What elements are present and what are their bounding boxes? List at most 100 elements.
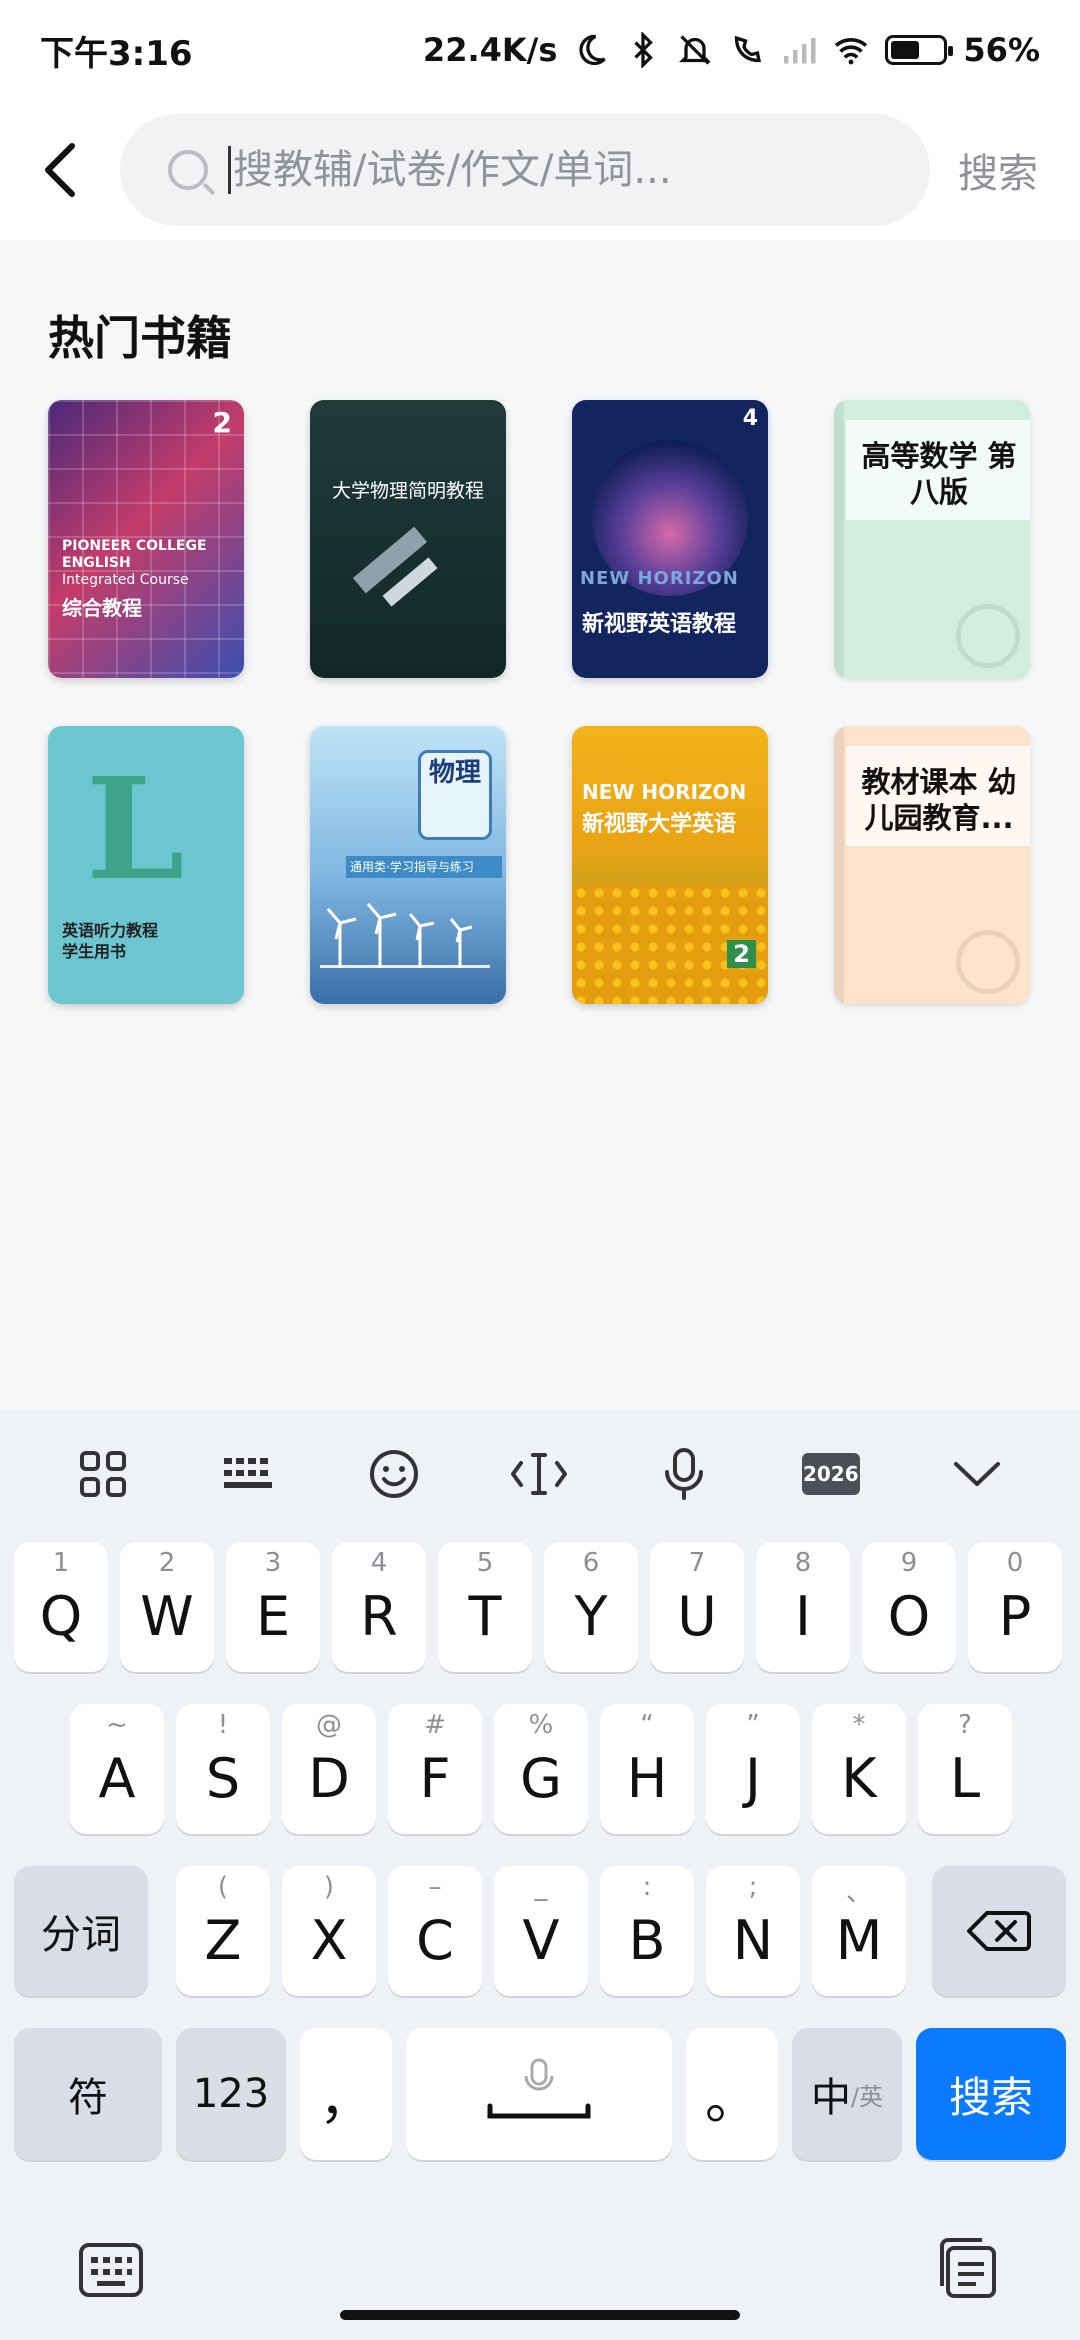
key-j[interactable]: ” J bbox=[706, 1704, 800, 1834]
search-box[interactable] bbox=[120, 114, 930, 226]
book-title: 新视野英语教程 bbox=[582, 612, 737, 637]
key-hint: ) bbox=[323, 1872, 335, 1902]
key-g[interactable]: % G bbox=[494, 1704, 588, 1834]
language-key[interactable]: 中/英 bbox=[792, 2028, 902, 2160]
key-d[interactable]: @ D bbox=[282, 1704, 376, 1834]
cover-english-text: PIONEER COLLEGE ENGLISH Integrated Cours… bbox=[62, 538, 207, 588]
key-label: R bbox=[360, 1584, 398, 1648]
key-hint: @ bbox=[316, 1710, 342, 1740]
key-label: O bbox=[887, 1584, 931, 1648]
main-content: 热门书籍 2 PIONEER COLLEGE ENGLISH Integrate… bbox=[0, 240, 1080, 1410]
symbol-key[interactable]: 符 bbox=[14, 2028, 162, 2160]
keyboard-toolbar: 2026 bbox=[0, 1410, 1080, 1538]
cover-letter: L bbox=[86, 748, 185, 912]
key-label: E bbox=[255, 1584, 291, 1648]
book-title: 教材课本 幼儿园教育... bbox=[861, 765, 1017, 835]
key-k[interactable]: * K bbox=[812, 1704, 906, 1834]
key-o[interactable]: 9O bbox=[862, 1542, 956, 1672]
key-label: W bbox=[140, 1584, 194, 1648]
space-key[interactable] bbox=[406, 2028, 672, 2160]
search-button[interactable]: 搜索 bbox=[958, 141, 1038, 199]
bluetooth-icon bbox=[634, 32, 654, 68]
key-a[interactable]: ~ A bbox=[70, 1704, 164, 1834]
period-key[interactable]: 。 bbox=[686, 2028, 778, 2160]
book-card[interactable]: 教材课本 幼儿园教育... bbox=[834, 726, 1030, 1004]
text-caret bbox=[228, 146, 231, 194]
emoji-icon[interactable] bbox=[366, 1446, 422, 1502]
book-title: 物理 bbox=[418, 750, 492, 840]
network-speed: 22.4K/s bbox=[422, 31, 558, 69]
key-l[interactable]: ? L bbox=[918, 1704, 1012, 1834]
key-hint: ( bbox=[217, 1872, 229, 1902]
comma-key[interactable]: ， bbox=[300, 2028, 392, 2160]
book-title: 综合教程 bbox=[62, 596, 142, 620]
key-label: P bbox=[998, 1584, 1032, 1648]
key-hint: ? bbox=[958, 1710, 972, 1740]
key-c[interactable]: – C bbox=[388, 1866, 482, 1996]
number-key[interactable]: 123 bbox=[176, 2028, 286, 2160]
key-m[interactable]: 、 M bbox=[812, 1866, 906, 1996]
section-title-hot-books: 热门书籍 bbox=[48, 311, 232, 365]
key-hint: : bbox=[642, 1872, 652, 1902]
key-v[interactable]: _ V bbox=[494, 1866, 588, 1996]
key-s[interactable]: ! S bbox=[176, 1704, 270, 1834]
key-label: Y bbox=[574, 1584, 608, 1648]
book-card[interactable]: NEW HORIZON 新视野大学英语 2 bbox=[572, 726, 768, 1004]
key-label: V bbox=[522, 1908, 560, 1972]
key-w[interactable]: 2W bbox=[120, 1542, 214, 1672]
key-hint: 1 bbox=[52, 1548, 70, 1578]
key-p[interactable]: 0P bbox=[968, 1542, 1062, 1672]
key-hint: 2 bbox=[158, 1548, 176, 1578]
back-button[interactable] bbox=[0, 100, 120, 240]
apps-icon[interactable] bbox=[75, 1446, 131, 1502]
key-y[interactable]: 6Y bbox=[544, 1542, 638, 1672]
status-time: 下午3:16 bbox=[40, 33, 193, 74]
cursor-icon[interactable] bbox=[510, 1446, 567, 1502]
check-watermark-icon bbox=[956, 930, 1020, 994]
book-card[interactable]: 大学物理简明教程 bbox=[310, 400, 506, 678]
book-card[interactable]: L 英语听力教程 学生用书 bbox=[48, 726, 244, 1004]
key-hint: “ bbox=[640, 1710, 654, 1740]
mic-icon[interactable] bbox=[656, 1446, 712, 1502]
call-icon bbox=[735, 35, 762, 63]
key-label: Z bbox=[204, 1908, 242, 1972]
key-t[interactable]: 5T bbox=[438, 1542, 532, 1672]
key-z[interactable]: (Z bbox=[176, 1866, 270, 1996]
key-r[interactable]: 4R bbox=[332, 1542, 426, 1672]
key-label: K bbox=[841, 1746, 877, 1810]
year-2026-icon[interactable]: 2026 bbox=[801, 1453, 860, 1495]
key-f[interactable]: # F bbox=[388, 1704, 482, 1834]
key-q[interactable]: 1Q bbox=[14, 1542, 108, 1672]
book-card[interactable]: 物理 通用类·学习指导与练习 bbox=[310, 726, 506, 1004]
search-enter-key[interactable]: 搜索 bbox=[916, 2028, 1066, 2160]
key-i[interactable]: 8I bbox=[756, 1542, 850, 1672]
key-hint: 7 bbox=[688, 1548, 706, 1578]
split-word-key[interactable]: 分词 bbox=[14, 1866, 148, 1996]
search-input[interactable] bbox=[233, 147, 893, 193]
book-card[interactable]: 2 PIONEER COLLEGE ENGLISH Integrated Cou… bbox=[48, 400, 244, 678]
key-e[interactable]: 3E bbox=[226, 1542, 320, 1672]
home-indicator[interactable] bbox=[340, 2310, 740, 2320]
book-title: 英语听力教程 bbox=[62, 921, 159, 940]
clipboard-icon[interactable] bbox=[934, 2236, 1000, 2306]
key-u[interactable]: 7U bbox=[650, 1542, 744, 1672]
key-b[interactable]: :B bbox=[600, 1866, 694, 1996]
key-hint: * bbox=[852, 1710, 866, 1740]
key-label: L bbox=[949, 1746, 981, 1810]
key-label: N bbox=[732, 1908, 774, 1972]
keyboard-switch-icon[interactable] bbox=[78, 2242, 144, 2302]
key-hint: ; bbox=[748, 1872, 758, 1902]
key-hint: 3 bbox=[264, 1548, 282, 1578]
key-label: F bbox=[419, 1746, 451, 1810]
book-card[interactable]: 4 NEW HORIZON 新视野英语教程 bbox=[572, 400, 768, 678]
key-h[interactable]: “H bbox=[600, 1704, 694, 1834]
backspace-key[interactable] bbox=[932, 1866, 1066, 1996]
book-card[interactable]: 高等数学 第八版 bbox=[834, 400, 1030, 678]
book-title: 大学物理简明教程 bbox=[331, 480, 484, 502]
key-x[interactable]: ) X bbox=[282, 1866, 376, 1996]
key-label: B bbox=[628, 1908, 666, 1972]
collapse-keyboard-icon[interactable] bbox=[949, 1446, 1005, 1502]
keyboard-layout-icon[interactable] bbox=[220, 1446, 276, 1502]
key-n[interactable]: ; N bbox=[706, 1866, 800, 1996]
book-title: 高等数学 第八版 bbox=[861, 439, 1017, 509]
